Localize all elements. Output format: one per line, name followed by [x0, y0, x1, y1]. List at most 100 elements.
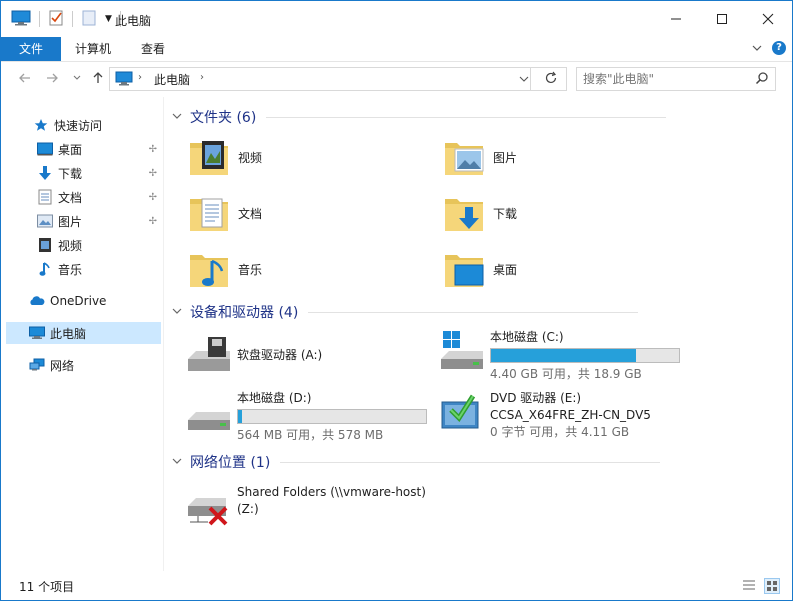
pin-icon[interactable]: ✢	[149, 216, 157, 227]
close-button[interactable]	[745, 1, 791, 37]
group-title: 设备和驱动器 (4)	[190, 305, 299, 321]
drive-free-space: 564 MB 可用，共 578 MB	[237, 428, 384, 442]
drive-floppy[interactable]: 软盘驱动器 (A:)	[186, 335, 322, 375]
help-icon[interactable]: ?	[772, 41, 786, 55]
drive-free-space: 0 字节 可用，共 4.11 GB	[490, 425, 630, 439]
address-bar[interactable]: › 此电脑 ›	[109, 67, 567, 91]
forward-button[interactable]	[43, 71, 61, 89]
sidebar-item-label: 桌面	[58, 142, 83, 157]
folder-label: 文档	[238, 206, 263, 221]
sidebar-item-label: 图片	[58, 214, 83, 229]
computer-icon	[115, 71, 133, 89]
chevron-right-icon[interactable]: ›	[200, 72, 204, 83]
details-view-icon[interactable]	[742, 578, 756, 592]
pictures-icon	[37, 213, 53, 229]
content-pane: 文件夹 (6) 视频 图片 文档 下载 音乐 桌面 设备和驱动器 (4) 软盘驱…	[166, 97, 792, 571]
address-dropdown-icon[interactable]	[519, 73, 529, 87]
drive-free-space: 4.40 GB 可用，共 18.9 GB	[490, 367, 642, 381]
expand-ribbon-icon[interactable]	[751, 42, 763, 57]
search-input[interactable]	[581, 70, 745, 88]
network-icon	[29, 357, 45, 373]
sidebar-item-label: 文档	[58, 190, 83, 205]
download-icon	[37, 165, 53, 181]
folder-documents[interactable]: 文档	[188, 191, 262, 235]
recent-locations-button[interactable]	[68, 71, 86, 89]
explorer-window: ▼ 此电脑 文件 计算机 查看 ? › 此电脑 › 搜索"此电脑" 快速访问 桌…	[0, 0, 793, 601]
drive-letter: (Z:)	[237, 502, 259, 516]
folder-label: 音乐	[238, 262, 263, 277]
close-icon	[762, 13, 774, 25]
up-button[interactable]	[89, 71, 107, 89]
sidebar-item-documents[interactable]: 文档 ✢	[37, 186, 161, 208]
sidebar-item-label: 下载	[58, 166, 83, 181]
quick-access-toolbar: ▼	[11, 9, 129, 29]
maximize-button[interactable]	[699, 1, 745, 37]
sidebar-item-pictures[interactable]: 图片 ✢	[37, 210, 161, 232]
properties-icon[interactable]	[48, 9, 64, 30]
new-folder-icon[interactable]	[81, 9, 97, 30]
navigation-pane: 快速访问 桌面 ✢ 下载 ✢ 文档 ✢ 图片 ✢ 视频 音乐 OneDrive …	[1, 97, 164, 571]
drive-name: 软盘驱动器 (A:)	[237, 347, 323, 362]
group-divider	[280, 461, 661, 463]
group-title: 文件夹 (6)	[190, 110, 257, 126]
downloads-folder-icon	[443, 191, 487, 235]
drive-d[interactable]: 本地磁盘 (D:) 564 MB 可用，共 578 MB	[186, 390, 427, 443]
folder-downloads[interactable]: 下载	[443, 191, 517, 235]
computer-icon	[11, 10, 31, 29]
back-button[interactable]	[16, 71, 34, 89]
sidebar-item-videos[interactable]: 视频	[37, 234, 161, 256]
tab-file[interactable]: 文件	[1, 37, 61, 61]
documents-icon	[37, 189, 53, 205]
folder-videos[interactable]: 视频	[188, 135, 262, 179]
navigation-bar: › 此电脑 ›	[1, 61, 792, 97]
tab-view[interactable]: 查看	[129, 37, 177, 61]
drive-name: DVD 驱动器 (E:)	[490, 391, 582, 405]
dvd-drive-icon	[439, 390, 485, 434]
floppy-drive-icon	[186, 335, 232, 375]
refresh-icon[interactable]	[544, 71, 558, 88]
sidebar-item-quick-access[interactable]: 快速访问	[33, 114, 161, 136]
drive-name: 本地磁盘 (C:)	[490, 330, 564, 344]
folder-pictures[interactable]: 图片	[443, 135, 517, 179]
minimize-button[interactable]	[653, 1, 699, 37]
sidebar-item-label: OneDrive	[50, 294, 107, 308]
toolbar-divider	[39, 11, 40, 27]
pin-icon[interactable]: ✢	[149, 144, 157, 155]
search-icon[interactable]	[755, 71, 769, 88]
pin-icon[interactable]: ✢	[149, 192, 157, 203]
group-header-folders[interactable]: 文件夹 (6)	[172, 107, 782, 127]
sidebar-item-this-pc[interactable]: 此电脑	[6, 322, 161, 344]
back-arrow-icon	[19, 73, 30, 83]
network-drive-z[interactable]: Shared Folders (\\vmware-host) (Z:)	[186, 484, 426, 528]
customize-dropdown-icon[interactable]: ▼	[105, 14, 112, 24]
group-divider	[308, 311, 639, 313]
minimize-icon	[671, 18, 681, 20]
sidebar-item-downloads[interactable]: 下载 ✢	[37, 162, 161, 184]
large-icons-view-icon[interactable]	[764, 578, 780, 594]
folder-desktop[interactable]: 桌面	[443, 247, 517, 291]
chevron-right-icon[interactable]: ›	[138, 72, 142, 83]
group-header-network[interactable]: 网络位置 (1)	[172, 452, 782, 472]
tab-computer[interactable]: 计算机	[63, 37, 123, 61]
drive-usage-bar	[490, 348, 680, 363]
sidebar-item-onedrive[interactable]: OneDrive	[29, 290, 161, 312]
folder-music[interactable]: 音乐	[188, 247, 262, 291]
drive-usage-fill	[238, 410, 242, 423]
sidebar-item-label: 此电脑	[50, 326, 87, 341]
star-icon	[33, 117, 49, 133]
drive-name: 本地磁盘 (D:)	[237, 391, 312, 405]
group-header-devices[interactable]: 设备和驱动器 (4)	[172, 302, 782, 322]
drive-c[interactable]: 本地磁盘 (C:) 4.40 GB 可用，共 18.9 GB	[439, 329, 680, 382]
pin-icon[interactable]: ✢	[149, 168, 157, 179]
search-box[interactable]	[576, 67, 776, 91]
breadcrumb-this-pc[interactable]: 此电脑	[154, 71, 190, 88]
folder-label: 视频	[238, 150, 263, 165]
sidebar-item-music[interactable]: 音乐	[37, 258, 161, 280]
music-icon	[37, 261, 53, 277]
sidebar-item-desktop[interactable]: 桌面 ✢	[37, 138, 161, 160]
sidebar-item-label: 视频	[58, 238, 83, 253]
sidebar-item-label: 音乐	[58, 262, 83, 277]
drive-e[interactable]: DVD 驱动器 (E:) CCSA_X64FRE_ZH-CN_DV5 0 字节 …	[439, 390, 651, 440]
sidebar-item-network[interactable]: 网络	[29, 354, 161, 376]
status-bar: 11 个项目	[1, 573, 792, 600]
